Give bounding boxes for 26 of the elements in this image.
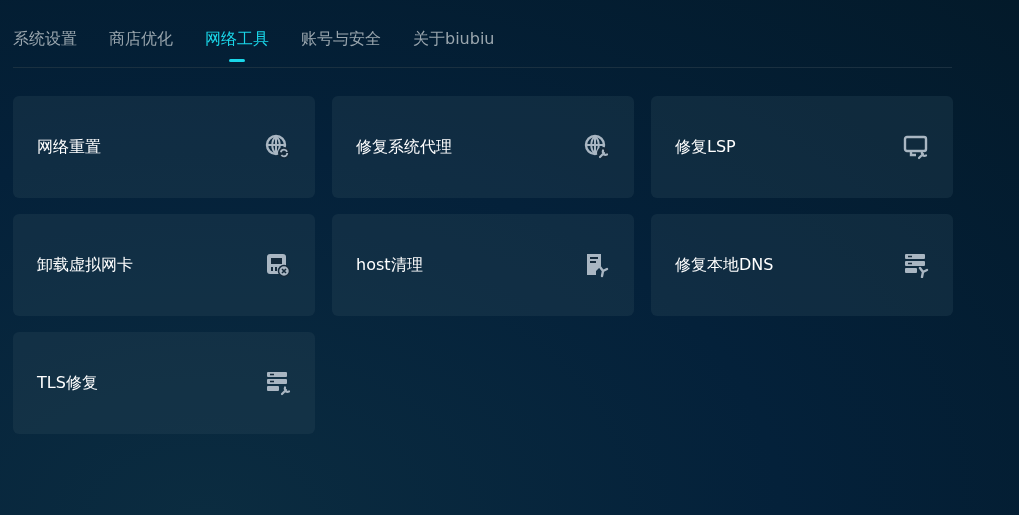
tool-card[interactable]: 修复系统代理: [332, 96, 634, 198]
tool-card[interactable]: 卸载虚拟网卡: [13, 214, 315, 316]
globe-refresh-icon: [265, 134, 291, 160]
tool-label: 修复LSP: [675, 136, 736, 158]
tool-card[interactable]: 修复LSP: [651, 96, 953, 198]
tab[interactable]: 网络工具: [205, 17, 269, 62]
tool-card[interactable]: 网络重置: [13, 96, 315, 198]
globe-wrench-icon: [584, 134, 610, 160]
tool-label: 网络重置: [37, 136, 101, 158]
server-fan-icon: [903, 252, 929, 278]
tab[interactable]: 账号与安全: [301, 17, 381, 62]
document-fan-icon: [584, 252, 610, 278]
tool-label: host清理: [356, 254, 423, 276]
tool-label: TLS修复: [37, 372, 98, 394]
server-wrench-icon: [265, 370, 291, 396]
tab[interactable]: 系统设置: [13, 17, 77, 62]
tool-label: 修复本地DNS: [675, 254, 774, 276]
tool-card[interactable]: TLS修复: [13, 332, 315, 434]
tool-label: 卸载虚拟网卡: [37, 254, 133, 276]
tool-card[interactable]: host清理: [332, 214, 634, 316]
tool-label: 修复系统代理: [356, 136, 452, 158]
tab[interactable]: 关于biubiu: [413, 17, 495, 62]
tool-card[interactable]: 修复本地DNS: [651, 214, 953, 316]
tab[interactable]: 商店优化: [109, 17, 173, 62]
network-card-remove-icon: [265, 252, 291, 278]
monitor-wrench-icon: [903, 134, 929, 160]
